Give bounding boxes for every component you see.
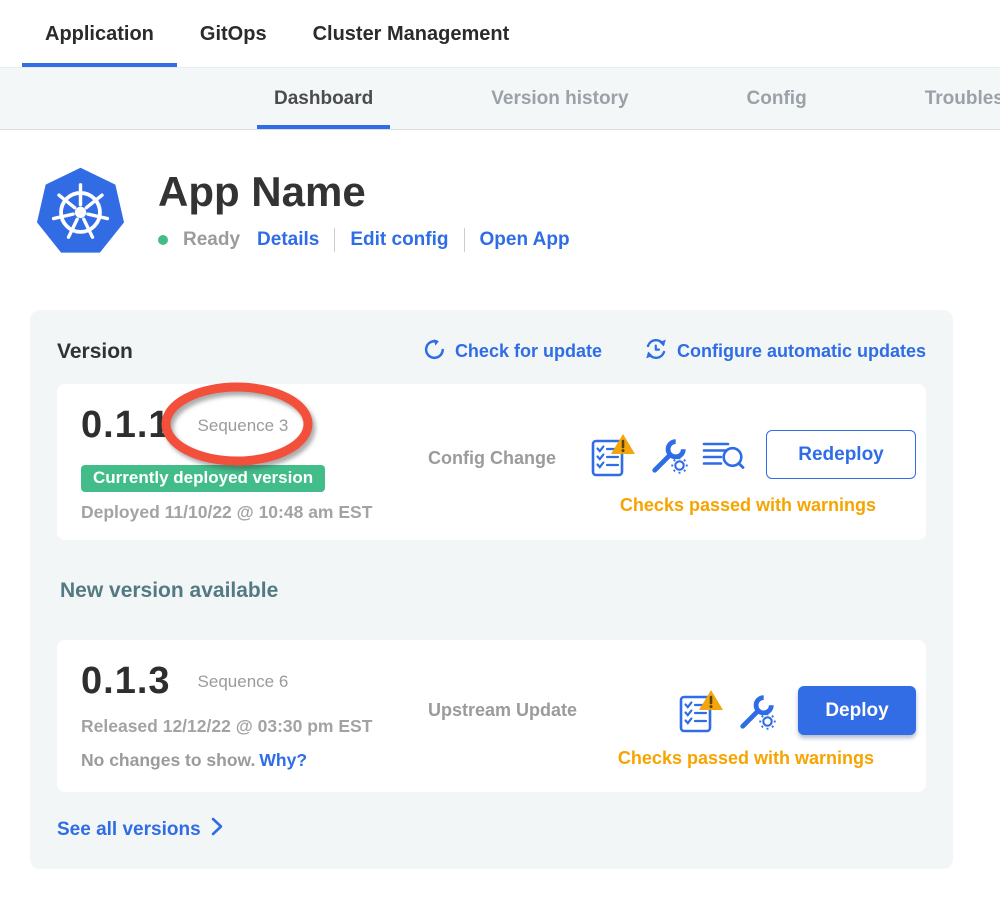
status-dot-icon bbox=[158, 235, 168, 245]
primary-nav: Application GitOps Cluster Management bbox=[0, 0, 1000, 67]
view-files-search-icon[interactable] bbox=[702, 437, 746, 473]
preflight-checks-warning-icon[interactable] bbox=[590, 432, 636, 478]
tab-dashboard[interactable]: Dashboard bbox=[257, 68, 390, 129]
details-link[interactable]: Details bbox=[257, 229, 319, 251]
app-name: App Name bbox=[158, 169, 570, 215]
divider bbox=[334, 228, 335, 252]
config-wrench-icon[interactable] bbox=[648, 434, 690, 476]
tab-troubleshoot[interactable]: Troubleshoot bbox=[908, 68, 1000, 129]
edit-config-link[interactable]: Edit config bbox=[350, 229, 448, 251]
config-wrench-icon[interactable] bbox=[736, 690, 778, 732]
tab-version-history[interactable]: Version history bbox=[474, 68, 645, 129]
configure-automatic-updates-link[interactable]: Configure automatic updates bbox=[644, 337, 926, 366]
preflight-checks-warning-icon[interactable] bbox=[678, 688, 724, 734]
chevron-right-icon bbox=[210, 816, 223, 843]
app-header: App Name Ready Details Edit config Open … bbox=[33, 163, 1000, 258]
new-version-heading: New version available bbox=[60, 579, 926, 603]
version-source-label: Upstream Update bbox=[428, 700, 577, 721]
redeploy-button[interactable]: Redeploy bbox=[766, 430, 916, 479]
app-status: Ready bbox=[183, 229, 240, 251]
app-sub-nav: Dashboard Version history Config Trouble… bbox=[0, 67, 1000, 130]
kubernetes-logo-icon bbox=[33, 163, 128, 258]
why-link[interactable]: Why? bbox=[259, 750, 307, 770]
version-card: Version Check for update bbox=[30, 310, 953, 869]
preflight-warning-text: Checks passed with warnings bbox=[620, 495, 876, 516]
divider bbox=[464, 228, 465, 252]
tab-config[interactable]: Config bbox=[730, 68, 824, 129]
current-version-number: 0.1.1 bbox=[81, 404, 171, 447]
new-version-sequence: Sequence 6 bbox=[198, 672, 289, 692]
tab-gitops[interactable]: GitOps bbox=[177, 23, 290, 67]
auto-update-clock-icon bbox=[644, 337, 668, 366]
no-changes-text: No changes to show. bbox=[81, 750, 255, 770]
preflight-warning-text: Checks passed with warnings bbox=[618, 748, 874, 769]
open-app-link[interactable]: Open App bbox=[480, 229, 570, 251]
tab-application[interactable]: Application bbox=[22, 23, 177, 67]
see-all-versions-link[interactable]: See all versions bbox=[57, 816, 223, 843]
new-version-number: 0.1.3 bbox=[81, 660, 171, 703]
current-version-row: 0.1.1 Sequence 3 Currently deployed vers… bbox=[57, 384, 926, 540]
version-card-title: Version bbox=[57, 340, 133, 364]
check-for-update-link[interactable]: Check for update bbox=[423, 338, 602, 366]
version-source-label: Config Change bbox=[428, 448, 556, 469]
new-version-row: 0.1.3 Sequence 6 Released 12/12/22 @ 03:… bbox=[57, 640, 926, 792]
refresh-icon bbox=[423, 338, 446, 366]
tab-cluster-management[interactable]: Cluster Management bbox=[290, 23, 533, 67]
current-version-sequence: Sequence 3 bbox=[198, 416, 289, 436]
currently-deployed-badge: Currently deployed version bbox=[81, 465, 325, 492]
deploy-button[interactable]: Deploy bbox=[798, 686, 916, 735]
